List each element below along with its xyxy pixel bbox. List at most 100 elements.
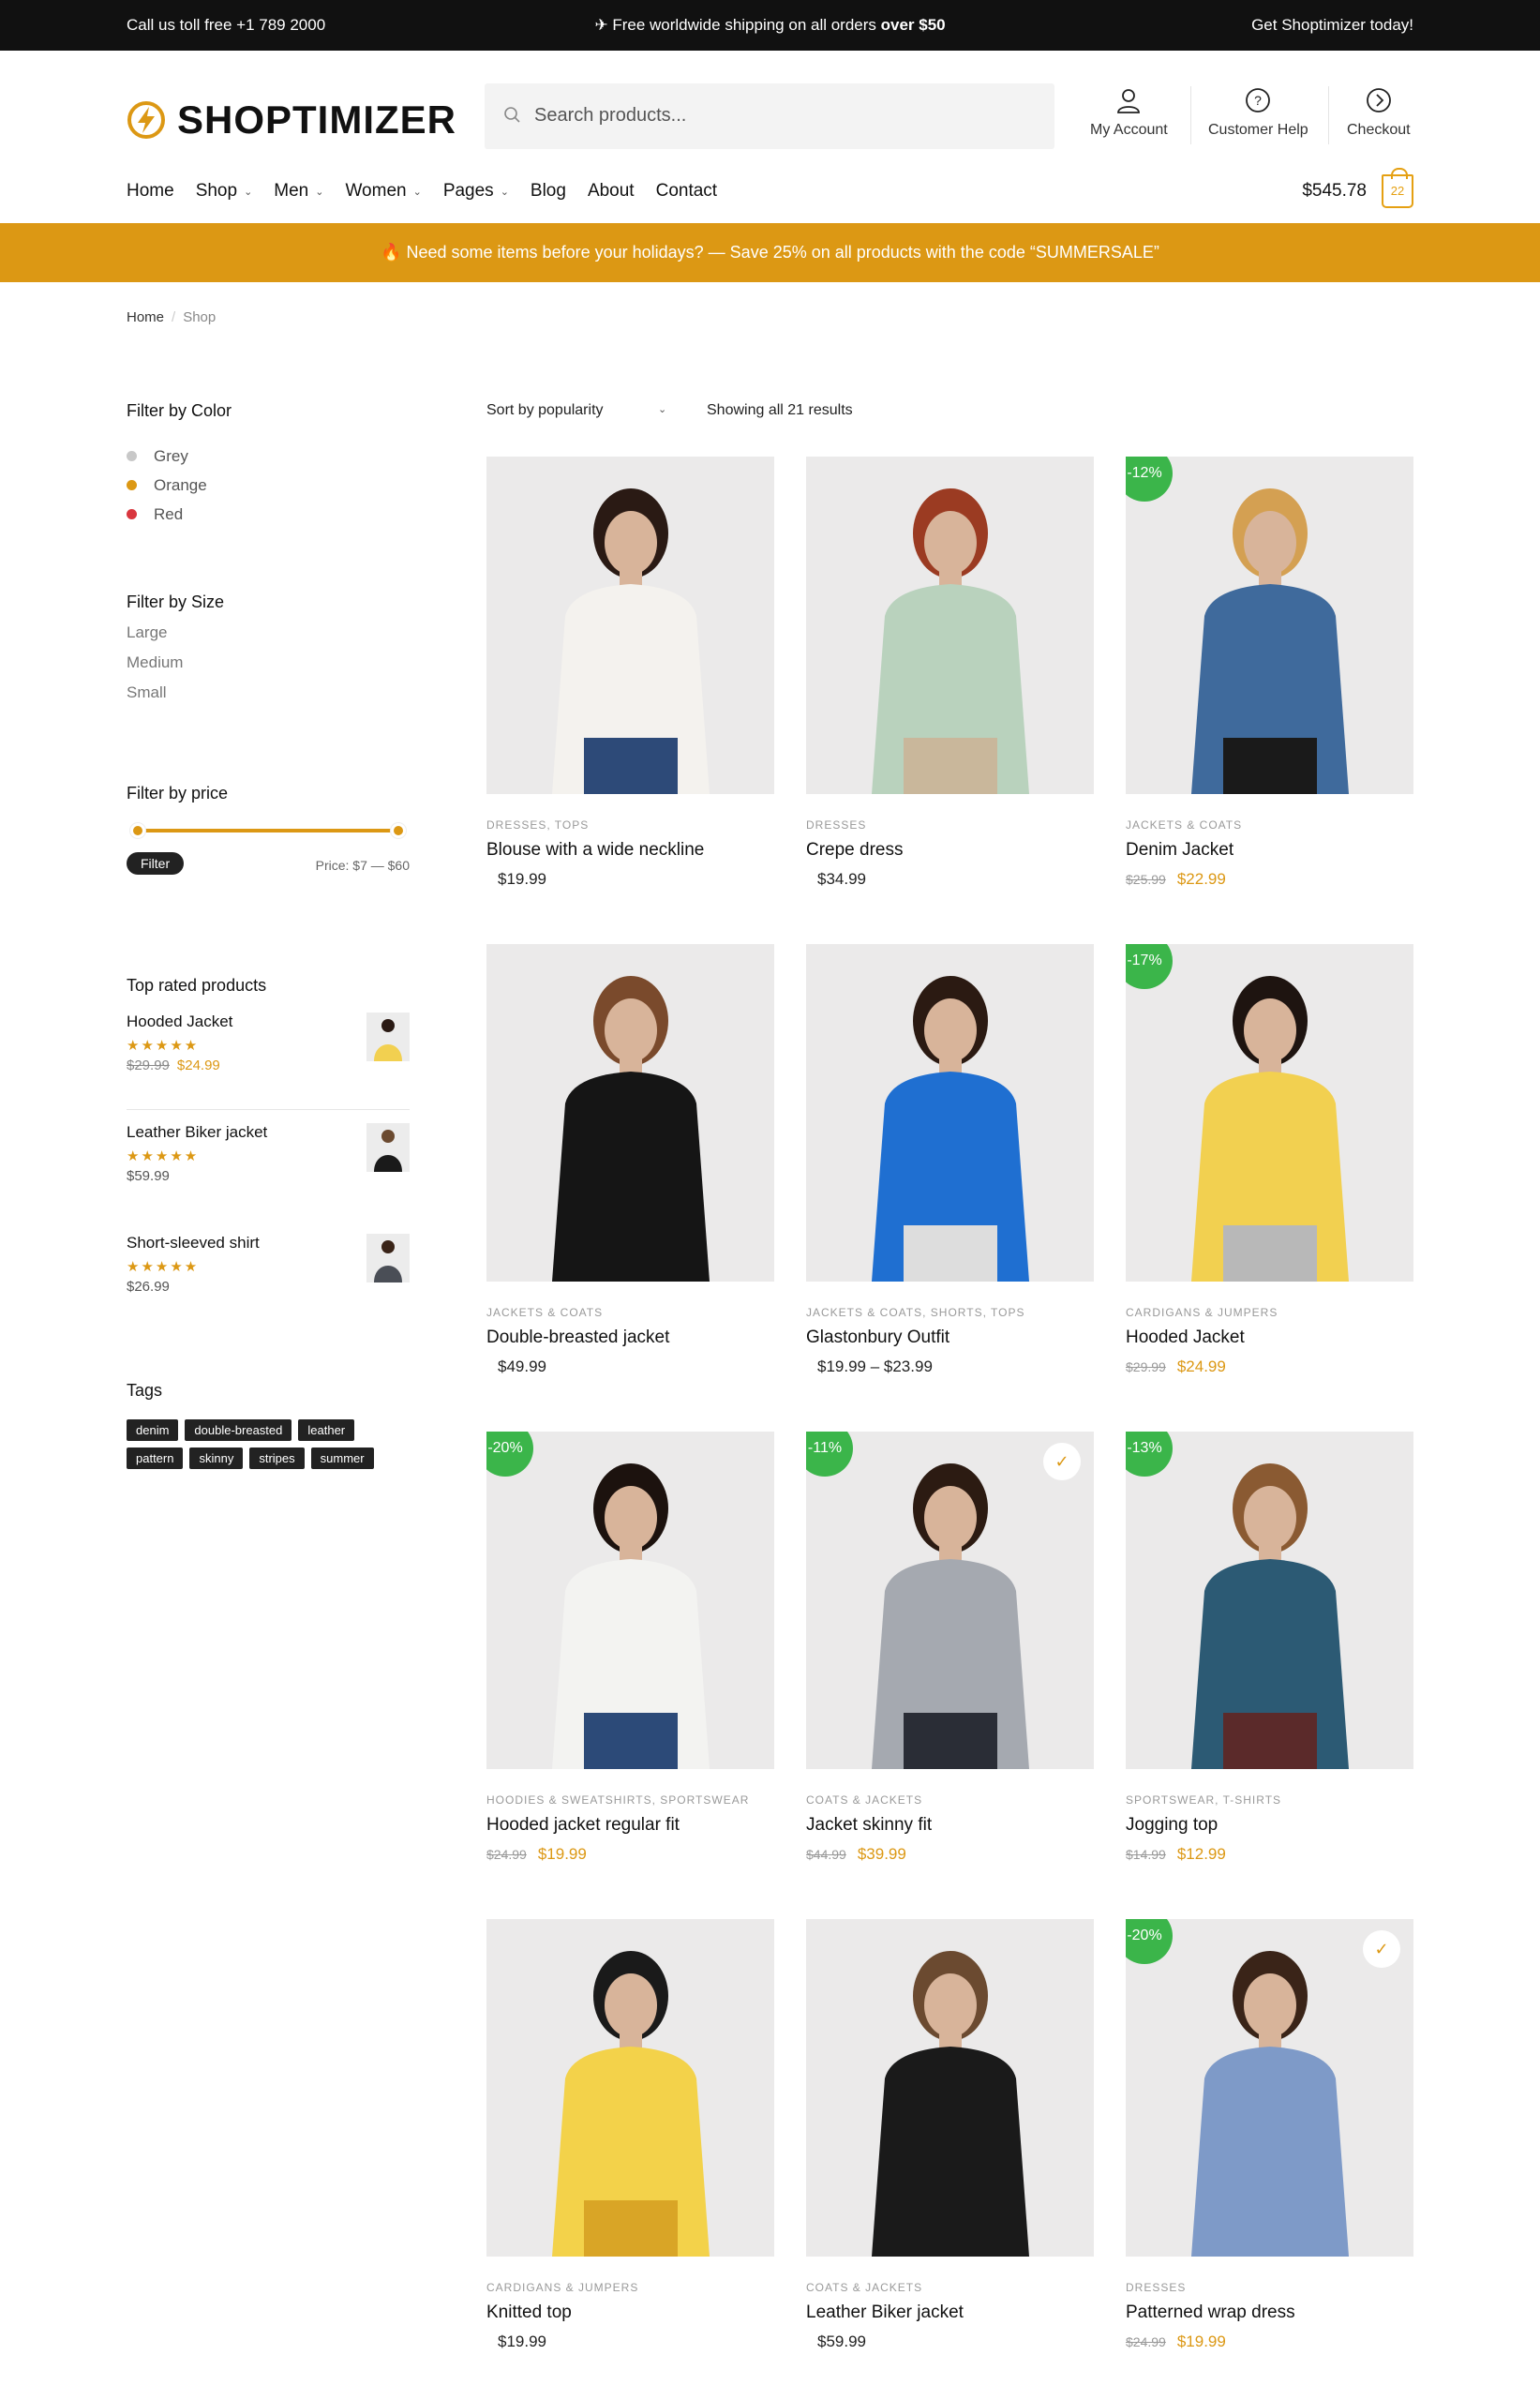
price-slider[interactable] <box>127 820 410 839</box>
tag-link[interactable]: pattern <box>127 1448 184 1469</box>
product-name[interactable]: Hooded jacket regular fit <box>486 1815 774 1836</box>
product-name[interactable]: Hooded Jacket <box>1126 1328 1413 1348</box>
product-card[interactable]: -20% Hoodies & Sweatshirts, Sportswear Hoo… <box>486 1432 774 1864</box>
customer-help-link[interactable]: ? Customer Help <box>1208 86 1308 139</box>
product-category[interactable]: Coats & Jackets <box>806 2281 1094 2294</box>
size-option-medium[interactable]: Medium <box>127 653 410 683</box>
product-category[interactable]: Cardigans & Jumpers <box>1126 1306 1413 1319</box>
product-name[interactable]: Patterned wrap dress <box>1126 2302 1413 2323</box>
my-account-link[interactable]: My Account <box>1090 86 1168 139</box>
top-rated-item[interactable]: Short-sleeved shirt ★★★★★ $26.99 <box>127 1234 410 1344</box>
search-input[interactable]: Search products... <box>485 83 1054 149</box>
product-card[interactable]: Dresses Crepe dress $34.99 <box>806 457 1094 889</box>
product-name[interactable]: Denim Jacket <box>1126 840 1413 861</box>
nav-about[interactable]: About <box>588 181 635 202</box>
product-image[interactable]: -12% <box>1126 457 1413 794</box>
tag-link[interactable]: summer <box>310 1448 374 1469</box>
product-name[interactable]: Leather Biker jacket <box>806 2302 1094 2323</box>
product-category[interactable]: Sportswear, T-Shirts <box>1126 1793 1413 1807</box>
product-card[interactable]: Cardigans & Jumpers Knitted top $19.99 <box>486 1919 774 2351</box>
product-category[interactable]: Hoodies & Sweatshirts, Sportswear <box>486 1793 774 1807</box>
color-option-grey[interactable]: Grey <box>127 442 410 471</box>
product-category[interactable]: Dresses <box>1126 2281 1413 2294</box>
price-slider-min-handle[interactable] <box>133 826 142 835</box>
product-image[interactable] <box>806 1919 1094 2257</box>
nav-blog[interactable]: Blog <box>531 181 566 202</box>
checkmark-icon[interactable]: ✓ <box>1363 1930 1400 1968</box>
product-card[interactable]: -17% Cardigans & Jumpers Hooded Jacket $29.… <box>1126 944 1413 1376</box>
product-card[interactable]: -20% ✓ Dresses Patterned wrap dress $24.99 $1… <box>1126 1919 1413 2351</box>
product-name[interactable]: Knitted top <box>486 2302 774 2323</box>
product-category[interactable]: Coats & Jackets <box>806 1793 1094 1807</box>
checkout-link[interactable]: Checkout <box>1347 86 1411 139</box>
checkmark-icon[interactable]: ✓ <box>1043 1443 1081 1480</box>
product-category[interactable]: Jackets & Coats <box>486 1306 774 1319</box>
product-card[interactable]: Coats & Jackets Leather Biker jacket $59.9… <box>806 1919 1094 2351</box>
tag-link[interactable]: double-breasted <box>185 1419 292 1441</box>
top-rated-title: Top rated products <box>127 976 267 995</box>
product-image[interactable] <box>806 457 1094 794</box>
product-image[interactable]: -20% ✓ <box>1126 1919 1413 2257</box>
filter-button[interactable]: Filter <box>127 852 185 875</box>
product-name[interactable]: Crepe dress <box>806 840 1094 861</box>
product-category[interactable]: Dresses <box>806 818 1094 832</box>
product-name[interactable]: Jogging top <box>1126 1815 1413 1836</box>
product-card[interactable]: -11% ✓ Coats & Jackets Jacket skinny fit $44… <box>806 1432 1094 1864</box>
product-price: $19.99 – $23.99 <box>806 1358 1094 1376</box>
header-divider <box>1328 86 1329 144</box>
size-option-small[interactable]: Small <box>127 683 410 713</box>
product-image[interactable]: -13% <box>1126 1432 1413 1769</box>
breadcrumb-home[interactable]: Home <box>127 309 164 325</box>
top-rated-item[interactable]: Leather Biker jacket ★★★★★ $59.99 <box>127 1123 410 1234</box>
tag-link[interactable]: stripes <box>249 1448 305 1469</box>
product-card[interactable]: -12% Jackets & Coats Denim Jacket $25.99 $22… <box>1126 457 1413 889</box>
product-image[interactable] <box>486 1919 774 2257</box>
nav-shop[interactable]: Shop ⌄ <box>196 181 253 202</box>
get-shoptimizer-link[interactable]: Get Shoptimizer today! <box>1251 16 1413 35</box>
filter-price-title: Filter by price <box>127 784 229 802</box>
product-category[interactable]: Cardigans & Jumpers <box>486 2281 774 2294</box>
cart-total[interactable]: $545.78 <box>1302 181 1367 202</box>
product-card[interactable]: -13% Sportswear, T-Shirts Jogging top $14.9… <box>1126 1432 1413 1864</box>
product-card[interactable]: Jackets & Coats Double-breasted jacket $49… <box>486 944 774 1376</box>
tag-link[interactable]: leather <box>298 1419 355 1441</box>
color-option-orange[interactable]: Orange <box>127 471 410 500</box>
color-option-red[interactable]: Red <box>127 500 410 529</box>
product-thumbnail[interactable] <box>366 1123 410 1172</box>
product-category[interactable]: Jackets & Coats, Shorts, Tops <box>806 1306 1094 1319</box>
model-figure <box>1191 488 1349 794</box>
logo[interactable]: SHOPTIMIZER <box>127 98 456 142</box>
model-figure <box>552 488 710 794</box>
product-card[interactable]: Dresses, Tops Blouse with a wide neckline… <box>486 457 774 889</box>
product-image[interactable] <box>486 457 774 794</box>
product-image[interactable]: -20% <box>486 1432 774 1769</box>
customer-help-label: Customer Help <box>1208 122 1308 138</box>
product-image[interactable] <box>486 944 774 1282</box>
sort-select[interactable]: Sort by popularity ⌄ <box>486 402 666 419</box>
product-current-price: $39.99 <box>857 1845 906 1863</box>
product-image[interactable]: -11% ✓ <box>806 1432 1094 1769</box>
nav-pages[interactable]: Pages ⌄ <box>443 181 509 202</box>
product-name[interactable]: Double-breasted jacket <box>486 1328 774 1348</box>
size-option-large[interactable]: Large <box>127 623 410 653</box>
product-thumbnail[interactable] <box>366 1012 410 1061</box>
tag-link[interactable]: denim <box>127 1419 179 1441</box>
product-image[interactable] <box>806 944 1094 1282</box>
tag-link[interactable]: skinny <box>189 1448 244 1469</box>
product-old-price: $24.99 <box>1126 2334 1166 2349</box>
product-image[interactable]: -17% <box>1126 944 1413 1282</box>
top-rated-item[interactable]: Hooded Jacket ★★★★★ $29.99 $24.99 <box>127 1012 410 1123</box>
price-slider-max-handle[interactable] <box>394 826 403 835</box>
product-name[interactable]: Blouse with a wide neckline <box>486 840 774 861</box>
product-thumbnail[interactable] <box>366 1234 410 1282</box>
nav-men[interactable]: Men ⌄ <box>274 181 323 202</box>
nav-home[interactable]: Home <box>127 181 174 202</box>
product-category[interactable]: Dresses, Tops <box>486 818 774 832</box>
nav-contact[interactable]: Contact <box>656 181 717 202</box>
product-name[interactable]: Glastonbury Outfit <box>806 1328 1094 1348</box>
product-name[interactable]: Jacket skinny fit <box>806 1815 1094 1836</box>
cart-bag-icon[interactable]: 22 <box>1382 168 1413 208</box>
nav-women[interactable]: Women ⌄ <box>345 181 421 202</box>
product-card[interactable]: Jackets & Coats, Shorts, Tops Glastonbury… <box>806 944 1094 1376</box>
product-category[interactable]: Jackets & Coats <box>1126 818 1413 832</box>
